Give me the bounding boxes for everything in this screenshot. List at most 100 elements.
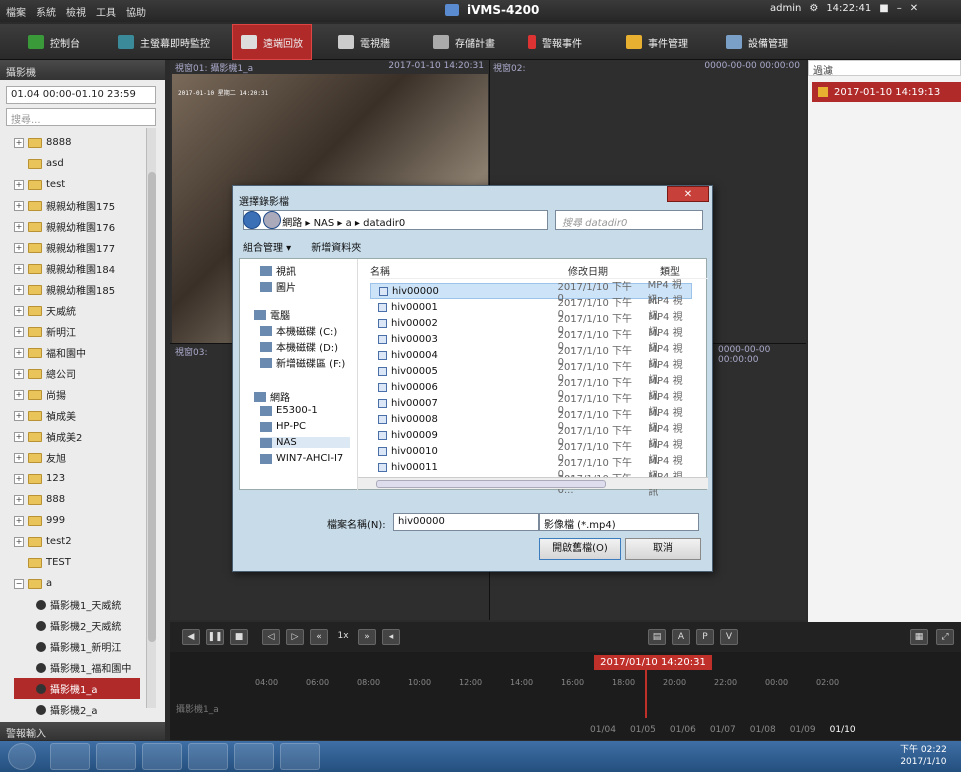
event-item[interactable]: 2017-01-10 14:19:13 — [812, 82, 961, 102]
tree-scrollbar[interactable] — [146, 128, 156, 708]
col-name[interactable]: 名稱 — [370, 263, 390, 278]
col-date[interactable]: 修改日期 — [568, 263, 608, 278]
tree-camera[interactable]: 攝影機1_天威統 — [14, 594, 121, 615]
media-icon[interactable] — [142, 743, 182, 770]
tree-folder[interactable]: + 禎成美 — [14, 405, 76, 426]
nav-item[interactable]: 視訊 — [260, 263, 296, 278]
organize-button[interactable]: 組合管理 ▾ — [243, 239, 291, 254]
tree-folder[interactable]: + test — [14, 174, 65, 195]
timeline-marker[interactable] — [645, 670, 647, 718]
tree-folder[interactable]: + 尚揚 — [14, 384, 66, 405]
stop-back-icon[interactable]: ◀ — [182, 629, 200, 645]
expand-icon[interactable]: + — [14, 473, 24, 484]
ivms-icon[interactable] — [280, 743, 320, 770]
tree-camera[interactable]: 攝影機2_a — [14, 699, 98, 720]
filename-input[interactable]: hiv00000 — [393, 513, 539, 531]
new-folder-button[interactable]: 新增資料夾 — [311, 239, 361, 254]
tree-camera[interactable]: 攝影機1_新明江 — [14, 636, 121, 657]
prev-frame-icon[interactable]: ◁ — [262, 629, 280, 645]
vca-icon[interactable]: V — [720, 629, 738, 645]
expand-icon[interactable]: + — [14, 347, 24, 358]
settings-icon[interactable]: ⚙ — [809, 3, 818, 14]
nav-item[interactable]: WIN7-AHCI-I7 — [260, 453, 343, 464]
tree-folder[interactable]: + 天威統 — [14, 300, 76, 321]
expand-icon[interactable]: + — [14, 179, 24, 190]
app-icon[interactable] — [234, 743, 274, 770]
close-button[interactable]: ✕ — [910, 3, 918, 14]
fast-icon[interactable]: » — [358, 629, 376, 645]
tab-storage[interactable]: 存儲計畫 — [425, 24, 503, 60]
tree-folder[interactable]: asd — [14, 153, 64, 174]
tree-folder[interactable]: + 親親幼稚園175 — [14, 195, 115, 216]
tab-event-management[interactable]: 事件管理 — [618, 24, 696, 60]
pos-icon[interactable]: P — [696, 629, 714, 645]
filter-input[interactable]: 過濾 — [808, 60, 961, 77]
ie-icon[interactable] — [96, 743, 136, 770]
timeline-date[interactable]: 01/06 — [670, 725, 696, 735]
tree-folder[interactable]: + 友旭 — [14, 447, 66, 468]
tree-folder[interactable]: + 新明江 — [14, 321, 76, 342]
date-range-field[interactable]: 01.04 00:00-01.10 23:59 — [6, 86, 156, 104]
tree-folder[interactable]: + 親親幼稚園176 — [14, 216, 115, 237]
cancel-button[interactable]: 取消 — [625, 538, 701, 560]
nav-item[interactable]: 新增磁碟區 (F:) — [260, 355, 345, 370]
tree-folder[interactable]: + 總公司 — [14, 363, 76, 384]
explorer-icon[interactable] — [50, 743, 90, 770]
tree-folder[interactable]: + 福和園中 — [14, 342, 86, 363]
nav-item[interactable]: 電腦 — [254, 307, 290, 322]
nav-item[interactable]: E5300-1 — [260, 405, 318, 416]
menu-system[interactable]: 系統 — [36, 4, 56, 19]
tree-camera[interactable]: 攝影機1_福和園中 — [14, 657, 131, 678]
expand-icon[interactable]: + — [14, 515, 24, 526]
address-bar[interactable]: ▸ 網路 ▸ NAS ▸ a ▸ datadir0 — [243, 210, 548, 230]
tab-device-management[interactable]: 設備管理 — [718, 24, 796, 60]
dialog-close-button[interactable]: ✕ — [667, 186, 709, 202]
dialog-search-input[interactable]: 搜尋 datadir0 — [555, 210, 703, 230]
tree-camera[interactable]: 攝影機1_a — [14, 678, 140, 699]
slow-icon[interactable]: « — [310, 629, 328, 645]
forward-icon[interactable] — [263, 211, 281, 229]
expand-icon[interactable]: + — [14, 200, 24, 211]
tree-folder[interactable]: − a — [14, 573, 52, 594]
tree-folder[interactable]: + 親親幼稚園185 — [14, 279, 115, 300]
expand-icon[interactable]: + — [14, 389, 24, 400]
layout-icon[interactable]: ▦ — [910, 629, 928, 645]
scrollbar-thumb[interactable] — [148, 172, 156, 642]
file-type-select[interactable]: 影像檔 (*.mp4) — [539, 513, 699, 531]
expand-icon[interactable]: + — [14, 284, 24, 295]
camera-search-input[interactable]: 搜尋... — [6, 108, 156, 126]
expand-icon[interactable]: + — [14, 242, 24, 253]
expand-icon[interactable]: + — [14, 452, 24, 463]
expand-icon[interactable]: + — [14, 368, 24, 379]
tree-folder[interactable]: +888 — [14, 489, 65, 510]
tree-folder[interactable]: +8888 — [14, 132, 71, 153]
fullscreen-icon[interactable]: ⤢ — [936, 629, 954, 645]
expand-icon[interactable]: + — [14, 263, 24, 274]
timeline-date[interactable]: 01/08 — [750, 725, 776, 735]
timeline[interactable]: 2017/01/10 14:20:31 攝影機1_a 01/04 01/05 01/… — [170, 652, 961, 740]
tab-live-view[interactable]: 主螢幕即時監控 — [110, 24, 218, 60]
minimize-button[interactable]: – — [897, 3, 902, 14]
pause-icon[interactable]: ❚❚ — [206, 629, 224, 645]
tab-remote-playback[interactable]: 遠端回放 — [232, 24, 312, 60]
tab-tv-wall[interactable]: 電視牆 — [330, 24, 398, 60]
timeline-date[interactable]: 01/10 — [830, 725, 856, 735]
tree-folder[interactable]: TEST — [14, 552, 71, 573]
timeline-date[interactable]: 01/09 — [790, 725, 816, 735]
volume-icon[interactable]: ◂ — [382, 629, 400, 645]
nav-item[interactable]: 網路 — [254, 389, 290, 404]
tab-control-panel[interactable]: 控制台 — [20, 24, 88, 60]
stop-icon[interactable]: ■ — [230, 629, 248, 645]
menu-file[interactable]: 檔案 — [6, 4, 26, 19]
clock[interactable]: 下午 02:22 2017/1/10 — [900, 744, 947, 768]
atm-icon[interactable]: A — [672, 629, 690, 645]
timeline-date[interactable]: 01/04 — [590, 725, 616, 735]
scrollbar-thumb[interactable] — [376, 480, 606, 488]
tree-folder[interactable]: + test2 — [14, 531, 72, 552]
download-icon[interactable]: ▤ — [648, 629, 666, 645]
start-button[interactable] — [8, 743, 36, 770]
expand-icon[interactable]: + — [14, 431, 24, 442]
alarm-input-header[interactable]: 警報輸入 — [0, 722, 165, 740]
timeline-date[interactable]: 01/05 — [630, 725, 656, 735]
expand-icon[interactable]: + — [14, 410, 24, 421]
